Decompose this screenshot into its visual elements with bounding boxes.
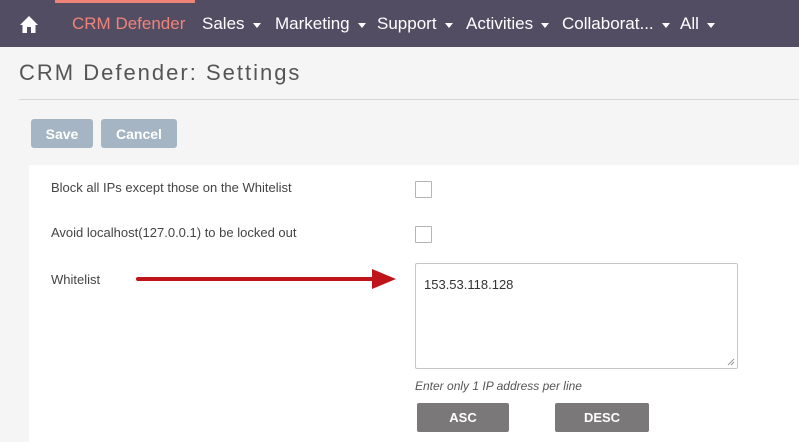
nav-item-label: Activities	[466, 14, 534, 33]
nav-item-label: CRM Defender	[72, 14, 186, 33]
whitelist-hint: Enter only 1 IP address per line	[415, 379, 582, 393]
resize-handle-icon[interactable]	[727, 358, 735, 366]
nav-item-crm-defender[interactable]: CRM Defender	[72, 13, 185, 35]
nav-item-marketing[interactable]: Marketing	[275, 13, 366, 35]
chevron-down-icon	[661, 22, 670, 28]
nav-item-label: Collaborat...	[562, 14, 654, 33]
nav-item-activities[interactable]: Activities	[466, 13, 550, 35]
sort-asc-button[interactable]: ASC	[417, 403, 509, 432]
nav-item-all[interactable]: All	[680, 13, 715, 35]
red-arrow-annotation	[136, 269, 396, 289]
nav-item-sales[interactable]: Sales	[202, 13, 261, 35]
nav-item-collaboration[interactable]: Collaborat...	[562, 13, 670, 35]
chevron-down-icon	[706, 22, 715, 28]
save-button[interactable]: Save	[31, 119, 93, 148]
active-tab-indicator	[55, 0, 195, 3]
chevron-down-icon	[541, 22, 550, 28]
whitelist-label: Whitelist	[51, 272, 101, 287]
chevron-down-icon	[252, 22, 261, 28]
chevron-down-icon	[357, 22, 366, 28]
home-button[interactable]	[10, 11, 48, 37]
whitelist-value: 153.53.118.128	[424, 277, 514, 292]
home-icon	[20, 15, 38, 33]
sort-desc-button[interactable]: DESC	[555, 403, 649, 432]
block-all-ips-checkbox[interactable]	[415, 181, 432, 198]
block-all-ips-label: Block all IPs except those on the Whitel…	[51, 180, 292, 195]
nav-item-label: Sales	[202, 14, 245, 33]
nav-item-label: Support	[377, 14, 437, 33]
cancel-button[interactable]: Cancel	[101, 119, 177, 148]
avoid-localhost-checkbox[interactable]	[415, 226, 432, 243]
nav-item-label: Marketing	[275, 14, 350, 33]
top-navbar: CRM Defender Sales Marketing Support Act…	[0, 0, 799, 47]
whitelist-textarea[interactable]: 153.53.118.128	[415, 263, 738, 369]
nav-item-support[interactable]: Support	[377, 13, 453, 35]
avoid-localhost-label: Avoid localhost(127.0.0.1) to be locked …	[51, 225, 297, 240]
page-title: CRM Defender: Settings	[19, 60, 302, 85]
chevron-down-icon	[444, 22, 453, 28]
nav-item-label: All	[680, 14, 699, 33]
title-divider	[19, 99, 799, 100]
